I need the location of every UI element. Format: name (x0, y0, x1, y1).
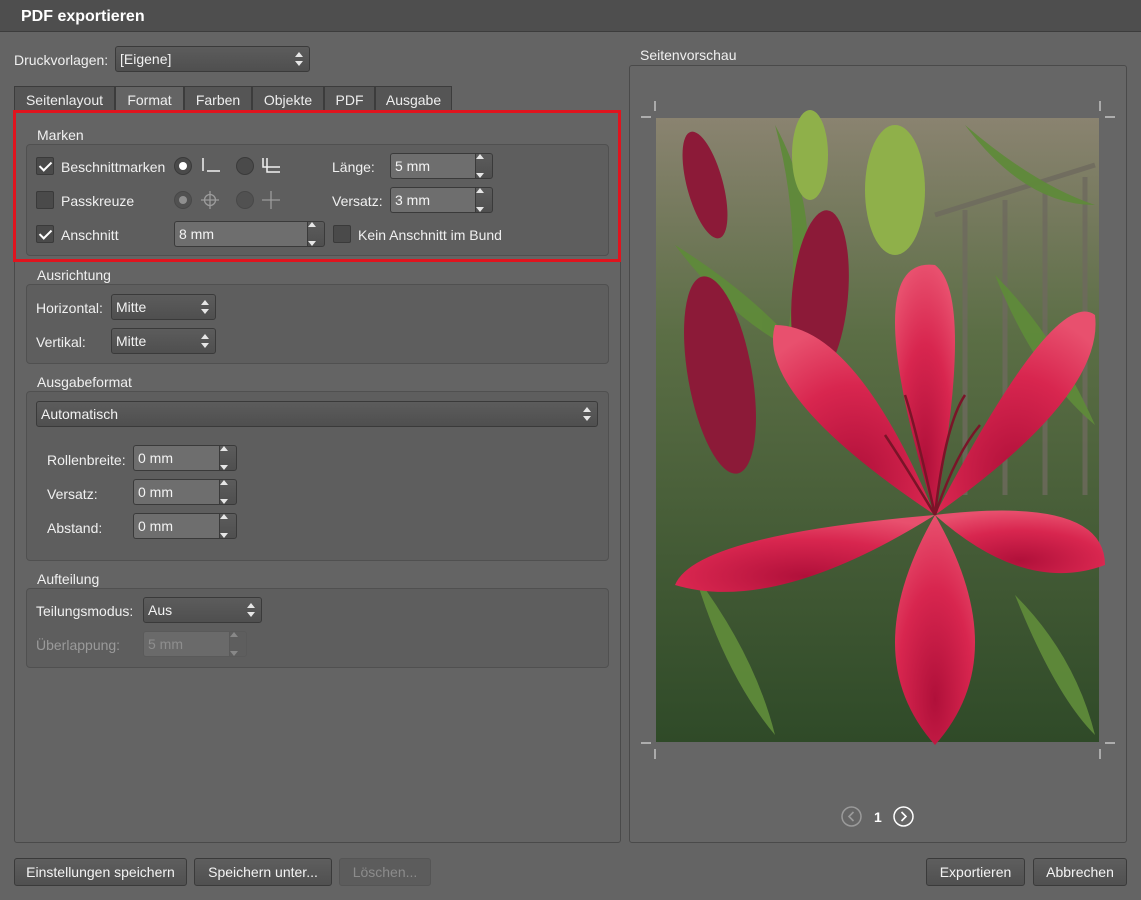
page-number: 1 (874, 809, 882, 825)
presets-select[interactable]: [Eigene] (115, 46, 310, 72)
tab-format[interactable]: Format (115, 86, 184, 113)
next-page-button[interactable] (893, 806, 914, 827)
tiling-mode-value: Aus (148, 602, 173, 618)
tiling-mode-select[interactable]: Aus (143, 597, 262, 623)
horizontal-label: Horizontal: (36, 300, 103, 316)
format-offset-stepper[interactable] (219, 479, 237, 505)
output-format-title: Ausgabeformat (37, 374, 132, 390)
chevron-right-icon (893, 806, 914, 827)
vertical-value: Mitte (116, 333, 147, 349)
window-title: PDF exportieren (21, 8, 145, 25)
presets-label: Druckvorlagen: (14, 52, 109, 68)
tiling-group (26, 588, 609, 668)
tab-pdf[interactable]: PDF (324, 86, 375, 112)
save-as-button[interactable]: Speichern unter... (194, 858, 332, 886)
select-arrows-icon (295, 52, 303, 66)
tab-seitenlayout[interactable]: Seitenlayout (14, 86, 115, 112)
spacing-label: Abstand: (47, 520, 103, 536)
tiling-title: Aufteilung (37, 571, 100, 587)
horizontal-select[interactable]: Mitte (111, 294, 216, 320)
select-arrows-icon (201, 334, 209, 348)
marks-highlight-box (13, 110, 621, 262)
cancel-button[interactable]: Abbrechen (1033, 858, 1127, 886)
tab-ausgabe[interactable]: Ausgabe (375, 86, 452, 112)
overlap-stepper[interactable] (229, 631, 247, 657)
format-offset-input[interactable]: 0 mm (133, 479, 219, 505)
format-offset-spinner[interactable]: 0 mm (133, 479, 237, 505)
select-arrows-icon (247, 603, 255, 617)
tiling-mode-label: Teilungsmodus: (36, 603, 134, 619)
presets-value: [Eigene] (120, 51, 172, 67)
select-arrows-icon (201, 300, 209, 314)
preview-title: Seitenvorschau (640, 47, 737, 63)
save-settings-button[interactable]: Einstellungen speichern (14, 858, 187, 886)
overlap-spinner[interactable]: 5 mm (143, 631, 247, 657)
tab-objekte[interactable]: Objekte (252, 86, 324, 112)
format-offset-label: Versatz: (47, 486, 98, 502)
output-format-select[interactable]: Automatisch (36, 401, 598, 427)
roll-width-stepper[interactable] (219, 445, 237, 471)
roll-width-label: Rollenbreite: (47, 452, 126, 468)
spacing-stepper[interactable] (219, 513, 237, 539)
select-arrows-icon (583, 407, 591, 421)
spacing-input[interactable]: 0 mm (133, 513, 219, 539)
output-format-value: Automatisch (41, 406, 119, 422)
delete-button[interactable]: Löschen... (339, 858, 431, 886)
title-bar: PDF exportieren (0, 0, 1141, 32)
horizontal-value: Mitte (116, 299, 147, 315)
overlap-input[interactable]: 5 mm (143, 631, 229, 657)
overlap-label: Überlappung: (36, 637, 121, 653)
export-button[interactable]: Exportieren (926, 858, 1025, 886)
roll-width-spinner[interactable]: 0 mm (133, 445, 237, 471)
chevron-left-icon (841, 806, 862, 827)
tab-farben[interactable]: Farben (184, 86, 252, 112)
page-preview (641, 101, 1115, 759)
alignment-title: Ausrichtung (37, 267, 111, 283)
vertical-select[interactable]: Mitte (111, 328, 216, 354)
spacing-spinner[interactable]: 0 mm (133, 513, 237, 539)
vertical-label: Vertikal: (36, 334, 86, 350)
roll-width-input[interactable]: 0 mm (133, 445, 219, 471)
prev-page-button[interactable] (841, 806, 862, 827)
